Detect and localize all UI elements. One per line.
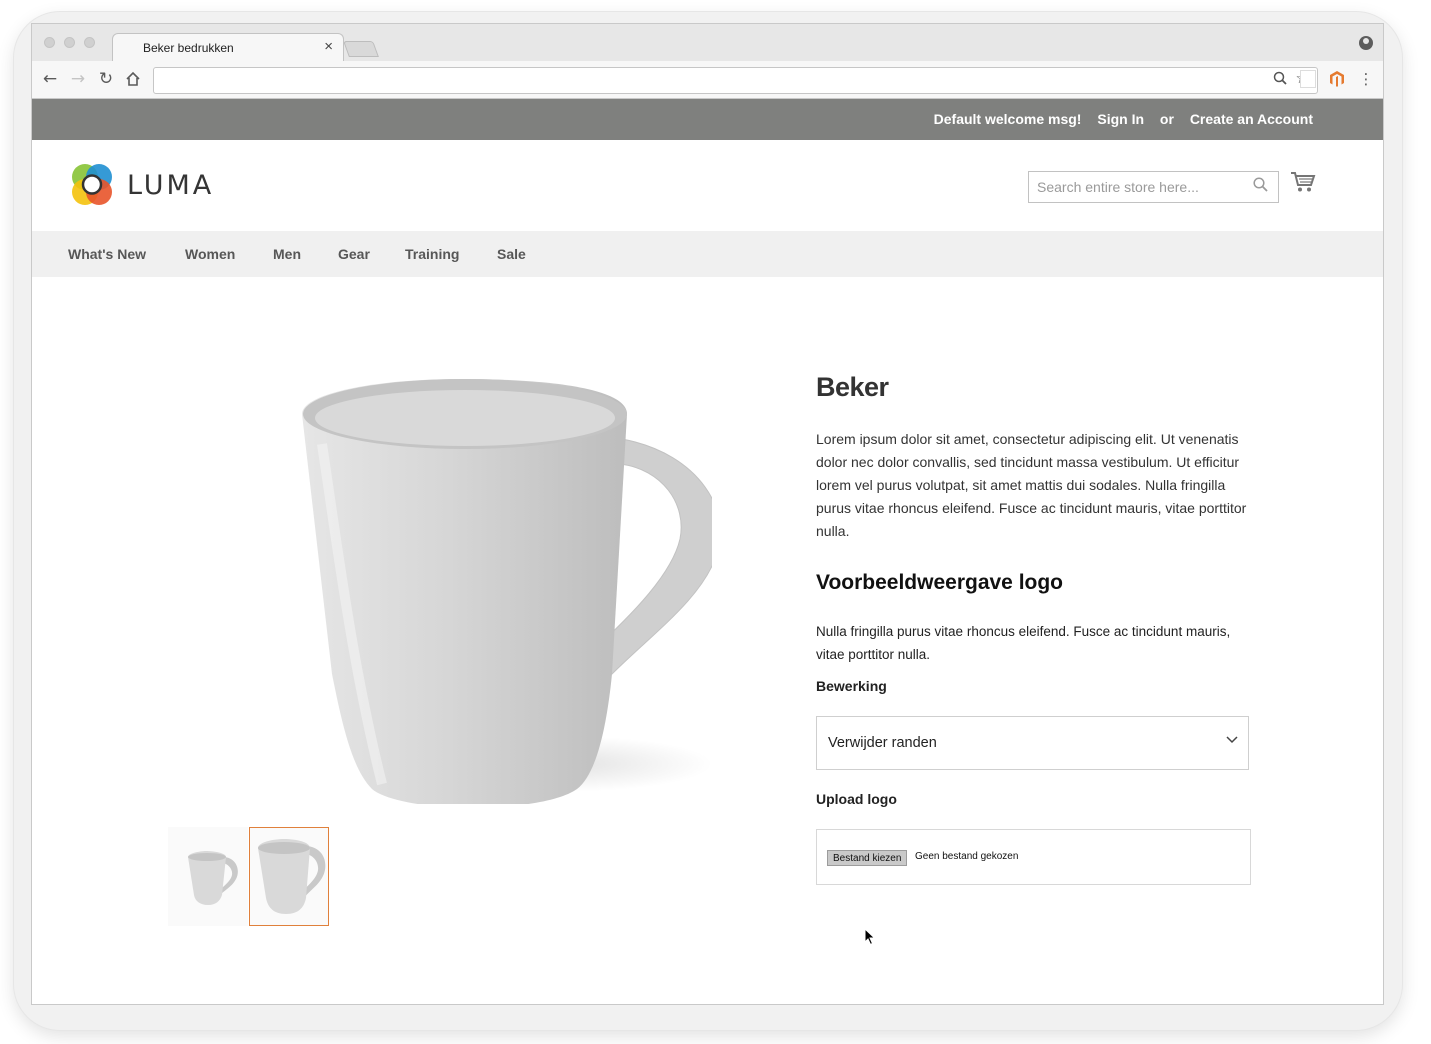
back-icon[interactable]: ← bbox=[40, 69, 60, 89]
luma-logo-icon bbox=[72, 164, 112, 205]
sign-in-link[interactable]: Sign In bbox=[1097, 111, 1144, 127]
product-main-image[interactable] bbox=[262, 344, 722, 808]
mouse-cursor-icon bbox=[864, 927, 876, 951]
create-account-link[interactable]: Create an Account bbox=[1190, 111, 1313, 127]
browser-toolbar: ← → ↻ ☆ ⋮ bbox=[32, 61, 1383, 99]
bewerking-label: Bewerking bbox=[816, 678, 887, 694]
nav-item-whats-new[interactable]: What's New bbox=[68, 246, 146, 262]
search-box bbox=[1028, 171, 1279, 203]
product-thumbnail-2[interactable] bbox=[249, 827, 329, 926]
extension-icon[interactable] bbox=[1300, 70, 1316, 88]
site-header: LUMA bbox=[32, 140, 1383, 231]
close-window-dot[interactable] bbox=[44, 37, 55, 48]
forward-icon[interactable]: → bbox=[68, 69, 88, 89]
bewerking-selected-value: Verwijder randen bbox=[828, 735, 937, 751]
nav-item-sale[interactable]: Sale bbox=[497, 246, 526, 262]
browser-window: Beker bedrukken × ← → ↻ ☆ ⋮ Default welc… bbox=[31, 23, 1384, 1005]
or-separator: or bbox=[1159, 111, 1174, 127]
browser-tab[interactable]: Beker bedrukken × bbox=[112, 33, 344, 62]
product-thumbnail-1[interactable] bbox=[168, 827, 248, 926]
profile-icon[interactable] bbox=[1359, 36, 1373, 50]
nav-item-training[interactable]: Training bbox=[405, 246, 459, 262]
nav-item-gear[interactable]: Gear bbox=[338, 246, 370, 262]
logo-preview-text: Nulla fringilla purus vitae rhoncus elei… bbox=[816, 624, 1231, 662]
file-status-text: Geen bestand gekozen bbox=[915, 851, 1019, 862]
upload-logo-field: Bestand kiezen Geen bestand gekozen bbox=[816, 829, 1251, 885]
reload-icon[interactable]: ↻ bbox=[96, 69, 116, 89]
choose-file-button[interactable]: Bestand kiezen bbox=[827, 850, 908, 866]
search-input[interactable] bbox=[1029, 172, 1229, 202]
nav-item-men[interactable]: Men bbox=[273, 246, 301, 262]
chevron-down-icon bbox=[1226, 733, 1238, 748]
bewerking-select[interactable]: Verwijder randen bbox=[816, 716, 1249, 770]
cart-icon[interactable] bbox=[1290, 170, 1316, 196]
magento-extension-icon[interactable] bbox=[1329, 70, 1345, 88]
product-title: Beker bbox=[816, 372, 889, 402]
panel-header: Default welcome msg! Sign In or Create a… bbox=[32, 99, 1383, 140]
tab-close-icon[interactable]: × bbox=[324, 38, 333, 55]
tab-title: Beker bedrukken bbox=[143, 41, 234, 55]
upload-logo-label: Upload logo bbox=[816, 791, 897, 807]
zoom-icon[interactable] bbox=[1273, 71, 1287, 89]
welcome-message: Default welcome msg! bbox=[933, 111, 1082, 127]
address-bar[interactable]: ☆ bbox=[153, 67, 1318, 94]
home-icon[interactable] bbox=[123, 69, 143, 89]
new-tab-button[interactable] bbox=[343, 41, 379, 57]
minimize-window-dot[interactable] bbox=[64, 37, 75, 48]
maximize-window-dot[interactable] bbox=[84, 37, 95, 48]
menu-kebab-icon[interactable]: ⋮ bbox=[1356, 69, 1376, 89]
tab-bar: Beker bedrukken × bbox=[32, 24, 1383, 62]
nav-item-women[interactable]: Women bbox=[185, 246, 235, 262]
logo-preview-heading: Voorbeeldweergave logo bbox=[816, 571, 1064, 594]
search-icon[interactable] bbox=[1253, 177, 1268, 196]
luma-logo[interactable]: LUMA bbox=[69, 162, 219, 208]
logo-text: LUMA bbox=[127, 170, 215, 201]
main-navigation: What's New Women Men Gear Training Sale bbox=[32, 231, 1383, 277]
product-description: Lorem ipsum dolor sit amet, consectetur … bbox=[816, 431, 1247, 539]
